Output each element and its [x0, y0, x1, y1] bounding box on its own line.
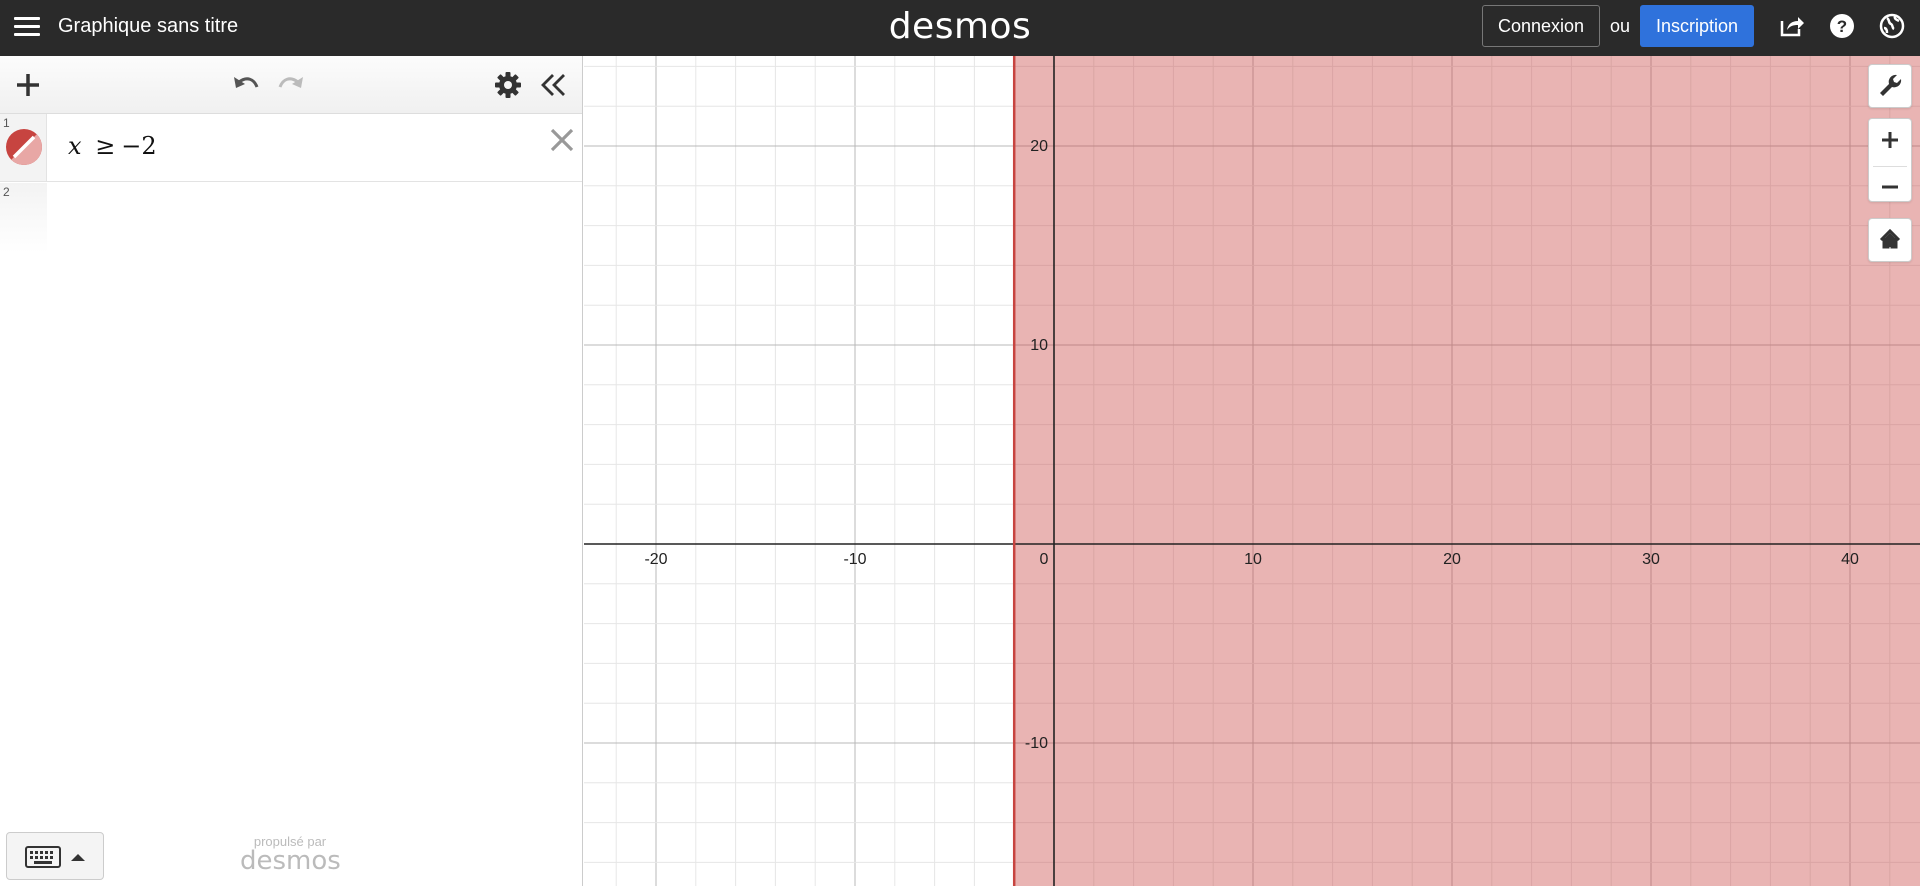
collapse-panel-icon[interactable] [538, 69, 570, 101]
expression-number: 2 [3, 185, 10, 199]
math-variable: x [68, 132, 82, 160]
empty-expression-row[interactable]: 2 [0, 183, 582, 253]
add-expression-icon[interactable] [12, 69, 44, 101]
desmos-logo: desmos [888, 6, 1032, 47]
share-icon[interactable] [1778, 12, 1806, 40]
x-tick-label: -20 [644, 551, 667, 568]
top-bar: Graphique sans titre desmos Connexion ou… [0, 0, 1920, 56]
expression-index-cell: 2 [0, 183, 47, 253]
zoom-out-icon[interactable] [1869, 167, 1911, 207]
graph-settings-button[interactable] [1868, 64, 1912, 108]
powered-by-desmos[interactable]: propulsé par desmos [240, 834, 341, 876]
or-label: ou [1610, 16, 1631, 36]
expression-index-cell: 1 [0, 114, 47, 181]
svg-text:?: ? [1837, 17, 1847, 36]
default-viewport-button[interactable] [1868, 218, 1912, 262]
expression-toolbar [0, 56, 582, 114]
login-button[interactable]: Connexion [1482, 5, 1600, 47]
home-icon [1879, 228, 1901, 249]
y-tick-label: -10 [1025, 735, 1048, 752]
settings-gear-icon[interactable] [492, 69, 524, 101]
math-value: −2 [121, 132, 157, 160]
x-tick-label: 20 [1443, 551, 1461, 568]
expression-input[interactable]: x ≥ −2 [68, 132, 157, 160]
y-tick-label: 10 [1030, 337, 1048, 354]
menu-icon[interactable] [14, 16, 40, 38]
keyboard-icon [25, 846, 85, 868]
x-tick-label: 10 [1244, 551, 1262, 568]
graph-paper[interactable]: -20 -10 0 10 20 30 40 20 10 -10 [584, 56, 1920, 886]
redo-icon[interactable] [275, 69, 307, 101]
x-tick-label: -10 [843, 551, 866, 568]
graph-canvas[interactable]: -20 -10 0 10 20 30 40 20 10 -10 [584, 56, 1920, 886]
x-tick-label: 40 [1841, 551, 1859, 568]
wrench-icon [1880, 74, 1902, 96]
inequality-shaded-region [1014, 56, 1920, 886]
undo-icon[interactable] [230, 69, 262, 101]
graph-title[interactable]: Graphique sans titre [58, 15, 238, 38]
keyboard-toggle-button[interactable] [6, 832, 104, 880]
zoom-controls [1868, 118, 1912, 202]
expression-panel: 1 x ≥ −2 2 propulsé par desmos [0, 56, 583, 886]
help-icon[interactable]: ? [1828, 12, 1856, 40]
expression-row[interactable]: 1 x ≥ −2 [0, 114, 582, 182]
signup-button[interactable]: Inscription [1640, 5, 1754, 47]
zoom-in-icon[interactable] [1869, 119, 1911, 161]
powered-by-brand: desmos [240, 846, 341, 876]
delete-expression-icon[interactable] [548, 126, 576, 154]
x-tick-label: 0 [1040, 551, 1049, 568]
y-tick-label: 20 [1030, 138, 1048, 155]
math-operator: ≥ [95, 132, 116, 160]
color-toggle-icon[interactable] [6, 129, 42, 165]
globe-icon[interactable] [1878, 12, 1906, 40]
x-tick-label: 30 [1642, 551, 1660, 568]
expression-number: 1 [3, 116, 10, 130]
